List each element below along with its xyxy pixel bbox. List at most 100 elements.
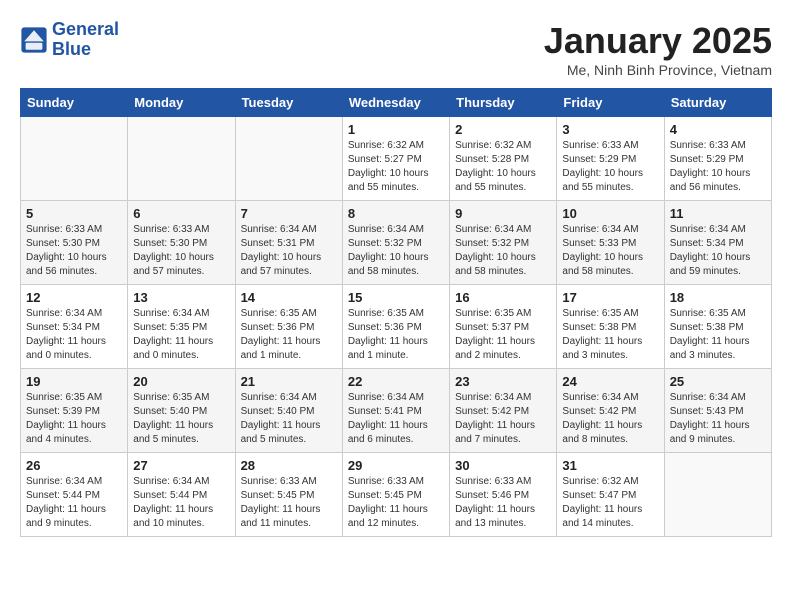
day-info: Sunrise: 6:34 AM Sunset: 5:35 PM Dayligh… (133, 307, 229, 363)
logo: General Blue (20, 20, 119, 60)
day-info: Sunrise: 6:34 AM Sunset: 5:41 PM Dayligh… (348, 391, 444, 447)
logo-line2: Blue (52, 39, 91, 59)
day-info: Sunrise: 6:32 AM Sunset: 5:47 PM Dayligh… (562, 475, 658, 531)
day-header-sunday: Sunday (21, 89, 128, 117)
day-cell: 24Sunrise: 6:34 AM Sunset: 5:42 PM Dayli… (557, 369, 664, 453)
day-cell (235, 117, 342, 201)
day-info: Sunrise: 6:33 AM Sunset: 5:45 PM Dayligh… (241, 475, 337, 531)
day-cell: 4 Sunrise: 6:33 AM Sunset: 5:29 PM Daylig… (664, 117, 771, 201)
day-info: Sunrise: 6:33 AM Sunset: 5:46 PM Dayligh… (455, 475, 551, 531)
day-number: 8 (348, 206, 444, 221)
day-info: Sunrise: 6:32 AM Sunset: 5:28 PM Dayligh… (455, 139, 551, 195)
day-cell: 29 Sunrise: 6:33 AM Sunset: 5:45 PM Dayli… (342, 453, 449, 537)
day-cell: 11Sunrise: 6:34 AM Sunset: 5:34 PM Dayli… (664, 201, 771, 285)
day-info: Sunrise: 6:33 AM Sunset: 5:29 PM Dayligh… (670, 139, 766, 195)
day-cell: 30 Sunrise: 6:33 AM Sunset: 5:46 PM Dayli… (450, 453, 557, 537)
day-number: 26 (26, 458, 122, 473)
day-cell: 10Sunrise: 6:34 AM Sunset: 5:33 PM Dayli… (557, 201, 664, 285)
calendar-table: SundayMondayTuesdayWednesdayThursdayFrid… (20, 88, 772, 537)
day-info: Sunrise: 6:34 AM Sunset: 5:43 PM Dayligh… (670, 391, 766, 447)
day-cell: 2 Sunrise: 6:32 AM Sunset: 5:28 PM Daylig… (450, 117, 557, 201)
day-header-row: SundayMondayTuesdayWednesdayThursdayFrid… (21, 89, 772, 117)
logo-text: General Blue (52, 20, 119, 60)
day-header-tuesday: Tuesday (235, 89, 342, 117)
day-info: Sunrise: 6:35 AM Sunset: 5:39 PM Dayligh… (26, 391, 122, 447)
day-number: 11 (670, 206, 766, 221)
day-number: 30 (455, 458, 551, 473)
day-info: Sunrise: 6:35 AM Sunset: 5:40 PM Dayligh… (133, 391, 229, 447)
day-cell: 21 Sunrise: 6:34 AM Sunset: 5:40 PM Dayli… (235, 369, 342, 453)
day-cell: 14Sunrise: 6:35 AM Sunset: 5:36 PM Dayli… (235, 285, 342, 369)
day-number: 4 (670, 122, 766, 137)
day-info: Sunrise: 6:35 AM Sunset: 5:36 PM Dayligh… (241, 307, 337, 363)
day-cell: 23 Sunrise: 6:34 AM Sunset: 5:42 PM Dayli… (450, 369, 557, 453)
day-number: 6 (133, 206, 229, 221)
day-cell: 5 Sunrise: 6:33 AM Sunset: 5:30 PM Daylig… (21, 201, 128, 285)
week-row-2: 12 Sunrise: 6:34 AM Sunset: 5:34 PM Dayli… (21, 285, 772, 369)
page-header: General Blue January 2025 Me, Ninh Binh … (20, 20, 772, 78)
week-row-1: 5 Sunrise: 6:33 AM Sunset: 5:30 PM Daylig… (21, 201, 772, 285)
day-info: Sunrise: 6:33 AM Sunset: 5:29 PM Dayligh… (562, 139, 658, 195)
day-number: 1 (348, 122, 444, 137)
day-header-saturday: Saturday (664, 89, 771, 117)
week-row-0: 1 Sunrise: 6:32 AM Sunset: 5:27 PM Daylig… (21, 117, 772, 201)
day-header-friday: Friday (557, 89, 664, 117)
day-info: Sunrise: 6:35 AM Sunset: 5:36 PM Dayligh… (348, 307, 444, 363)
day-cell: 9 Sunrise: 6:34 AM Sunset: 5:32 PM Daylig… (450, 201, 557, 285)
day-number: 19 (26, 374, 122, 389)
calendar-title: January 2025 (544, 20, 772, 62)
calendar-subtitle: Me, Ninh Binh Province, Vietnam (544, 62, 772, 78)
day-cell: 28 Sunrise: 6:33 AM Sunset: 5:45 PM Dayli… (235, 453, 342, 537)
day-number: 5 (26, 206, 122, 221)
day-info: Sunrise: 6:34 AM Sunset: 5:34 PM Dayligh… (26, 307, 122, 363)
day-cell: 1 Sunrise: 6:32 AM Sunset: 5:27 PM Daylig… (342, 117, 449, 201)
day-info: Sunrise: 6:34 AM Sunset: 5:31 PM Dayligh… (241, 223, 337, 279)
day-number: 15 (348, 290, 444, 305)
day-number: 13 (133, 290, 229, 305)
day-cell: 16 Sunrise: 6:35 AM Sunset: 5:37 PM Dayli… (450, 285, 557, 369)
day-number: 18 (670, 290, 766, 305)
day-cell: 7 Sunrise: 6:34 AM Sunset: 5:31 PM Daylig… (235, 201, 342, 285)
day-number: 17 (562, 290, 658, 305)
day-info: Sunrise: 6:35 AM Sunset: 5:37 PM Dayligh… (455, 307, 551, 363)
day-info: Sunrise: 6:34 AM Sunset: 5:44 PM Dayligh… (26, 475, 122, 531)
day-number: 23 (455, 374, 551, 389)
day-info: Sunrise: 6:34 AM Sunset: 5:44 PM Dayligh… (133, 475, 229, 531)
day-cell (21, 117, 128, 201)
day-info: Sunrise: 6:34 AM Sunset: 5:32 PM Dayligh… (455, 223, 551, 279)
day-number: 3 (562, 122, 658, 137)
day-info: Sunrise: 6:34 AM Sunset: 5:42 PM Dayligh… (455, 391, 551, 447)
day-number: 22 (348, 374, 444, 389)
day-number: 2 (455, 122, 551, 137)
day-cell: 3 Sunrise: 6:33 AM Sunset: 5:29 PM Daylig… (557, 117, 664, 201)
day-info: Sunrise: 6:35 AM Sunset: 5:38 PM Dayligh… (562, 307, 658, 363)
day-number: 9 (455, 206, 551, 221)
day-info: Sunrise: 6:33 AM Sunset: 5:30 PM Dayligh… (133, 223, 229, 279)
logo-line1: General (52, 19, 119, 39)
day-number: 25 (670, 374, 766, 389)
day-header-monday: Monday (128, 89, 235, 117)
day-number: 28 (241, 458, 337, 473)
day-cell (128, 117, 235, 201)
day-number: 16 (455, 290, 551, 305)
day-info: Sunrise: 6:33 AM Sunset: 5:30 PM Dayligh… (26, 223, 122, 279)
day-cell: 20Sunrise: 6:35 AM Sunset: 5:40 PM Dayli… (128, 369, 235, 453)
day-number: 10 (562, 206, 658, 221)
day-number: 27 (133, 458, 229, 473)
day-cell: 25 Sunrise: 6:34 AM Sunset: 5:43 PM Dayli… (664, 369, 771, 453)
day-number: 21 (241, 374, 337, 389)
day-info: Sunrise: 6:32 AM Sunset: 5:27 PM Dayligh… (348, 139, 444, 195)
title-section: January 2025 Me, Ninh Binh Province, Vie… (544, 20, 772, 78)
day-info: Sunrise: 6:35 AM Sunset: 5:38 PM Dayligh… (670, 307, 766, 363)
week-row-4: 26 Sunrise: 6:34 AM Sunset: 5:44 PM Dayli… (21, 453, 772, 537)
day-number: 12 (26, 290, 122, 305)
day-cell: 13 Sunrise: 6:34 AM Sunset: 5:35 PM Dayli… (128, 285, 235, 369)
day-number: 7 (241, 206, 337, 221)
day-info: Sunrise: 6:33 AM Sunset: 5:45 PM Dayligh… (348, 475, 444, 531)
logo-icon (20, 26, 48, 54)
day-number: 29 (348, 458, 444, 473)
day-cell: 19 Sunrise: 6:35 AM Sunset: 5:39 PM Dayli… (21, 369, 128, 453)
day-cell: 8Sunrise: 6:34 AM Sunset: 5:32 PM Daylig… (342, 201, 449, 285)
day-info: Sunrise: 6:34 AM Sunset: 5:40 PM Dayligh… (241, 391, 337, 447)
day-cell: 15 Sunrise: 6:35 AM Sunset: 5:36 PM Dayli… (342, 285, 449, 369)
